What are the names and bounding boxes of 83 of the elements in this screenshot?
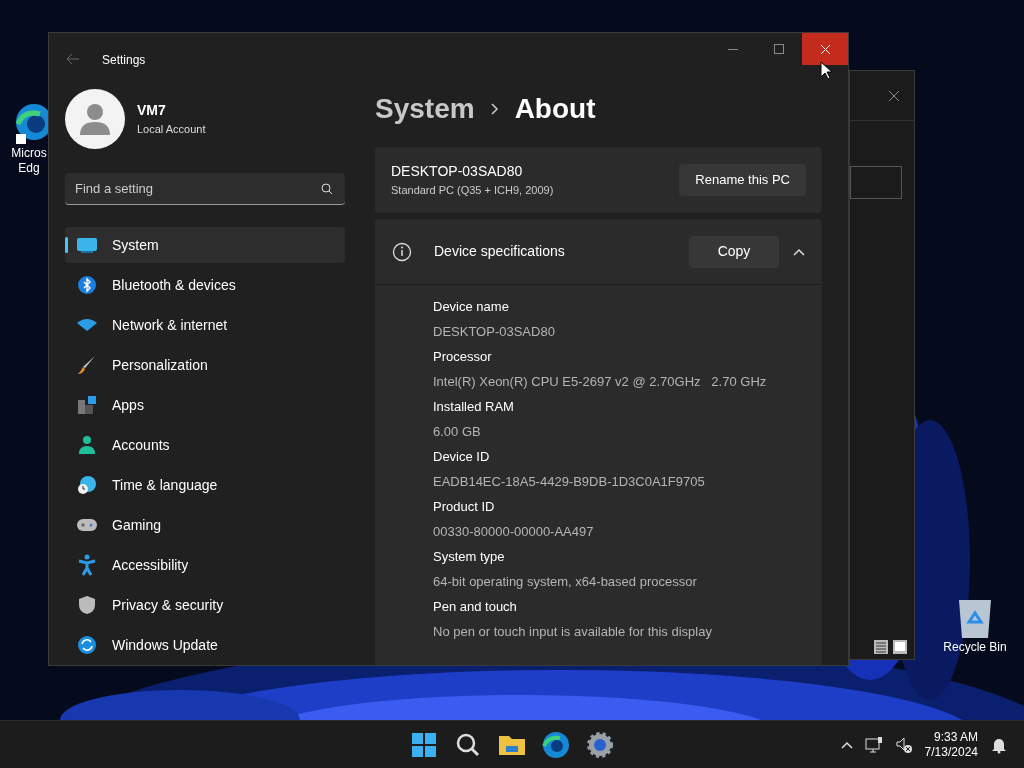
nav-label: Apps bbox=[112, 395, 144, 415]
icon-label: Recycle Bin bbox=[943, 640, 1007, 655]
spec-label: Device ID bbox=[433, 448, 491, 466]
wifi-icon bbox=[76, 318, 98, 332]
mouse-pointer-icon bbox=[820, 61, 832, 80]
nav-item[interactable]: System bbox=[65, 227, 345, 263]
nav-label: Accounts bbox=[112, 435, 170, 455]
chevron-up-icon[interactable] bbox=[793, 247, 805, 256]
globe-clock-icon bbox=[77, 475, 97, 495]
window-title: Settings bbox=[102, 52, 146, 69]
nav-item[interactable]: Accessibility bbox=[65, 547, 345, 583]
person-icon bbox=[77, 435, 97, 455]
gamepad-icon bbox=[76, 517, 98, 533]
spec-label: System type bbox=[433, 548, 506, 566]
nav-label: Network & internet bbox=[112, 315, 228, 335]
nav-item[interactable]: Network & internet bbox=[65, 307, 345, 343]
spec-value: EADB14EC-18A5-4429-B9DB-1D3C0A1F9705 bbox=[433, 473, 706, 491]
tile-view-icon[interactable] bbox=[892, 639, 908, 655]
breadcrumb-item: About bbox=[514, 92, 596, 126]
chevron-up-icon[interactable] bbox=[840, 740, 853, 749]
nav-item[interactable]: Personalization bbox=[65, 347, 345, 383]
info-icon bbox=[392, 241, 412, 262]
search-field[interactable]: Find a setting bbox=[65, 173, 345, 205]
search-icon bbox=[321, 183, 333, 195]
spec-label: Processor bbox=[433, 348, 493, 366]
nav-label: Gaming bbox=[112, 515, 162, 535]
copy-button[interactable]: Copy bbox=[689, 235, 779, 268]
shield-icon bbox=[78, 595, 96, 615]
nav-item[interactable]: Time & language bbox=[65, 467, 345, 503]
input-field[interactable] bbox=[850, 166, 902, 199]
nav-item[interactable]: Privacy & security bbox=[65, 587, 345, 623]
icon-label: Edg bbox=[18, 161, 40, 176]
close-icon[interactable] bbox=[888, 89, 900, 102]
back-arrow-icon[interactable] bbox=[66, 53, 80, 65]
spec-label: Installed RAM bbox=[433, 398, 515, 416]
nav-label: Privacy & security bbox=[112, 595, 224, 615]
spec-label: Pen and touch bbox=[433, 598, 518, 616]
spec-value: 64-bit operating system, x64-based processor bbox=[433, 573, 698, 591]
spec-value: Intel(R) Xeon(R) CPU E5-2697 v2 @ 2.70GHz 2.70 GHz bbox=[433, 373, 768, 391]
gear-icon[interactable] bbox=[585, 729, 615, 760]
breadcrumb-item[interactable]: System bbox=[375, 88, 475, 130]
spec-label: Product ID bbox=[433, 498, 496, 516]
pc-name: DESKTOP-03SAD80 bbox=[391, 162, 524, 182]
browser-icon[interactable] bbox=[541, 729, 571, 760]
nav-item[interactable]: Bluetooth & devices bbox=[65, 267, 345, 303]
account-type: Local Account bbox=[137, 122, 206, 138]
nav-item[interactable]: Apps bbox=[65, 387, 345, 423]
clock-date[interactable]: 7/13/2024 bbox=[924, 744, 978, 760]
spec-value: No pen or touch input is available for this display bbox=[433, 623, 713, 641]
apps-icon bbox=[77, 395, 97, 415]
paintbrush-icon bbox=[77, 355, 97, 375]
nav-item[interactable]: Gaming bbox=[65, 507, 345, 543]
nav-label: Accessibility bbox=[112, 555, 189, 575]
spec-value: 6.00 GB bbox=[433, 423, 482, 441]
spec-value: DESKTOP-03SAD80 bbox=[433, 323, 556, 341]
nav-label: Bluetooth & devices bbox=[112, 275, 236, 295]
section-title: Device specifications bbox=[434, 242, 565, 261]
spec-label: Device name bbox=[433, 298, 510, 316]
person-icon bbox=[80, 103, 110, 135]
bluetooth-icon bbox=[77, 275, 97, 295]
account-name: VM7 bbox=[137, 101, 167, 121]
list-view-icon[interactable] bbox=[873, 639, 889, 655]
selection-indicator bbox=[65, 237, 68, 253]
nav-item[interactable]: Windows Update bbox=[65, 627, 345, 663]
pc-model: Standard PC (Q35 + ICH9, 2009) bbox=[391, 183, 554, 199]
nav-label: System bbox=[112, 235, 159, 255]
chevron-right-icon bbox=[490, 103, 499, 115]
accessibility-icon bbox=[77, 554, 97, 576]
minimize-icon bbox=[728, 48, 738, 50]
close-icon bbox=[819, 43, 831, 55]
monitor-icon bbox=[76, 236, 98, 254]
nav-item[interactable]: Accounts bbox=[65, 427, 345, 463]
muted-speaker-icon[interactable] bbox=[894, 735, 913, 754]
nav-label: Personalization bbox=[112, 355, 208, 375]
rename-button[interactable]: Rename this PC bbox=[679, 164, 806, 196]
network-icon[interactable] bbox=[864, 735, 883, 754]
sync-icon bbox=[77, 635, 97, 655]
maximize-icon bbox=[774, 44, 784, 54]
nav-label: Time & language bbox=[112, 475, 218, 495]
clock-time[interactable]: 9:33 AM bbox=[933, 729, 978, 745]
nav-label: Windows Update bbox=[112, 635, 218, 655]
spec-value: 00330-80000-00000-AA497 bbox=[433, 523, 595, 541]
icon-label: Micros bbox=[11, 146, 47, 161]
